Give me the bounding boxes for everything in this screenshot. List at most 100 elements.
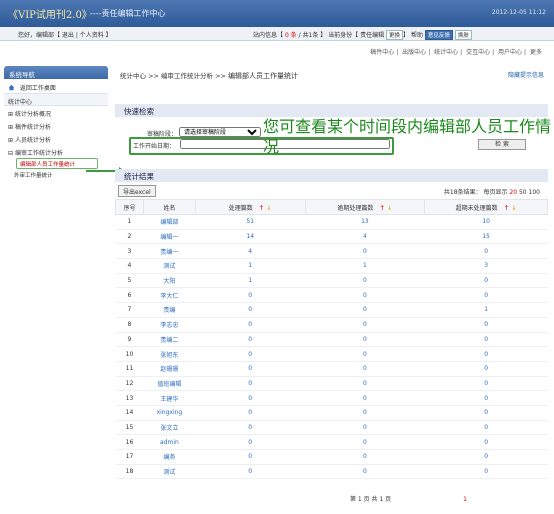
row-overdue[interactable]: 0: [305, 405, 425, 421]
row-expired[interactable]: 0: [424, 317, 548, 333]
sort-down-icon[interactable]: ↓: [387, 204, 392, 212]
row-name[interactable]: 责编二: [143, 332, 196, 348]
sidebar-item-overview[interactable]: ⊞ 统计分析概况: [4, 106, 108, 119]
row-expired[interactable]: 0: [424, 287, 548, 304]
row-expired[interactable]: 10: [424, 214, 548, 230]
row-processed[interactable]: 0: [195, 405, 306, 421]
row-name[interactable]: 王建华: [143, 390, 196, 406]
sort-up-icon[interactable]: ↑: [504, 204, 509, 212]
row-overdue[interactable]: 4: [305, 229, 425, 245]
sort-down-icon[interactable]: ↓: [266, 204, 271, 212]
export-excel-button[interactable]: 导出excel: [118, 185, 156, 197]
unread-count[interactable]: 0 条: [285, 32, 297, 39]
row-overdue[interactable]: 0: [305, 243, 425, 260]
row-overdue[interactable]: 0: [305, 302, 425, 318]
row-processed[interactable]: 1: [195, 258, 306, 274]
switch-role-button[interactable]: 更换: [386, 30, 404, 40]
row-expired[interactable]: 0: [424, 449, 548, 465]
row-expired[interactable]: 0: [424, 376, 548, 392]
row-expired[interactable]: 15: [424, 229, 548, 245]
page-size-50[interactable]: 50: [519, 189, 527, 196]
stage-select[interactable]: 请选择审稿阶段: [179, 127, 261, 137]
row-processed[interactable]: 0: [195, 390, 306, 406]
row-name[interactable]: 张旭东: [143, 346, 196, 362]
row-processed[interactable]: 51: [195, 214, 306, 230]
row-overdue[interactable]: 0: [305, 332, 425, 348]
nav-interact[interactable]: 交互中心: [466, 49, 490, 56]
breadcrumb-path[interactable]: 统计中心 >> 编审工作统计分析 >>: [120, 72, 228, 80]
row-name[interactable]: 值班编辑: [143, 376, 196, 392]
row-overdue[interactable]: 0: [305, 434, 425, 450]
row-overdue[interactable]: 0: [305, 420, 425, 436]
row-overdue[interactable]: 0: [305, 449, 425, 465]
page-size-20[interactable]: 20: [509, 189, 517, 196]
row-name[interactable]: xingxing: [143, 405, 196, 421]
row-expired[interactable]: 0: [424, 464, 548, 480]
skin-button[interactable]: 换肤: [454, 30, 472, 40]
sort-up-icon[interactable]: ↑: [259, 204, 264, 212]
row-expired[interactable]: 0: [424, 361, 548, 377]
row-expired[interactable]: 0: [424, 273, 548, 289]
row-expired[interactable]: 0: [424, 390, 548, 406]
row-name[interactable]: 张文立: [143, 420, 196, 436]
nav-user[interactable]: 用户中心: [498, 49, 522, 56]
row-processed[interactable]: 0: [195, 449, 306, 465]
row-expired[interactable]: 0: [424, 405, 548, 421]
row-expired[interactable]: 0: [424, 243, 548, 260]
nav-manuscript[interactable]: 稿件中心: [370, 49, 394, 56]
user-greeting[interactable]: 您好，编辑部【 退出 | 个人资料 】: [18, 30, 112, 39]
row-name[interactable]: 赵珊珊: [143, 361, 196, 377]
row-name[interactable]: 编辑一: [143, 229, 196, 245]
nav-more[interactable]: 更多: [530, 49, 542, 56]
sort-down-icon[interactable]: ↓: [511, 204, 516, 212]
row-processed[interactable]: 0: [195, 332, 306, 348]
row-overdue[interactable]: 0: [305, 273, 425, 289]
row-processed[interactable]: 0: [195, 287, 306, 304]
row-overdue[interactable]: 0: [305, 317, 425, 333]
row-name[interactable]: 大阳: [143, 273, 196, 289]
row-name[interactable]: 编辑部: [143, 214, 196, 230]
row-overdue[interactable]: 0: [305, 376, 425, 392]
row-overdue[interactable]: 0: [305, 361, 425, 377]
row-name[interactable]: 责编一: [143, 243, 196, 260]
col-processed[interactable]: 处理篇数 ↑ ↓: [194, 199, 306, 215]
row-processed[interactable]: 0: [195, 420, 306, 436]
sidebar-item-personnel[interactable]: ⊞ 人员统计分析: [4, 132, 108, 145]
row-overdue[interactable]: 0: [305, 287, 425, 304]
sidebar-section-stats[interactable]: 统计中心: [4, 94, 108, 106]
row-expired[interactable]: 0: [424, 420, 548, 436]
back-to-desktop[interactable]: 返回工作桌面: [4, 79, 108, 94]
sidebar-item-manuscript[interactable]: ⊞ 稿件统计分析: [4, 119, 108, 132]
row-processed[interactable]: 0: [195, 361, 306, 377]
row-overdue[interactable]: 0: [305, 346, 425, 362]
row-name[interactable]: 编务: [143, 449, 196, 465]
row-overdue[interactable]: 0: [305, 390, 425, 406]
row-overdue[interactable]: 1: [305, 258, 425, 274]
row-processed[interactable]: 1: [195, 273, 306, 289]
hide-tip-link[interactable]: 隐藏提示信息: [508, 70, 544, 79]
row-processed[interactable]: 0: [195, 434, 306, 450]
nav-publish[interactable]: 出版中心: [402, 49, 426, 56]
row-name[interactable]: 李志忠: [143, 317, 196, 333]
row-name[interactable]: 李大仁: [143, 287, 196, 304]
sidebar-item-review[interactable]: ⊟ 编审工作统计分析: [4, 145, 108, 158]
help-link[interactable]: 帮助: [411, 32, 423, 39]
row-processed[interactable]: 0: [195, 317, 306, 333]
row-processed[interactable]: 0: [195, 376, 306, 392]
row-expired[interactable]: 0: [424, 346, 548, 362]
row-expired[interactable]: 1: [424, 302, 548, 318]
feedback-button[interactable]: 意见反馈: [424, 30, 453, 40]
col-overdue[interactable]: 逾期处理篇数 ↑ ↓: [304, 199, 426, 215]
row-overdue[interactable]: 13: [305, 214, 425, 230]
row-name[interactable]: 测试: [143, 464, 196, 480]
row-processed[interactable]: 14: [195, 229, 306, 245]
row-expired[interactable]: 3: [424, 258, 548, 274]
sort-up-icon[interactable]: ↑: [379, 204, 384, 212]
row-name[interactable]: 责编: [143, 302, 196, 318]
row-processed[interactable]: 0: [195, 464, 306, 480]
row-processed[interactable]: 0: [195, 346, 306, 362]
row-name[interactable]: admin: [143, 434, 196, 450]
sidebar-sub-editor-workload[interactable]: 编辑部人员工作量统计: [16, 158, 98, 169]
nav-stats[interactable]: 统计中心: [434, 49, 458, 56]
col-expired[interactable]: 超期未处理篇数 ↑ ↓: [424, 199, 548, 215]
